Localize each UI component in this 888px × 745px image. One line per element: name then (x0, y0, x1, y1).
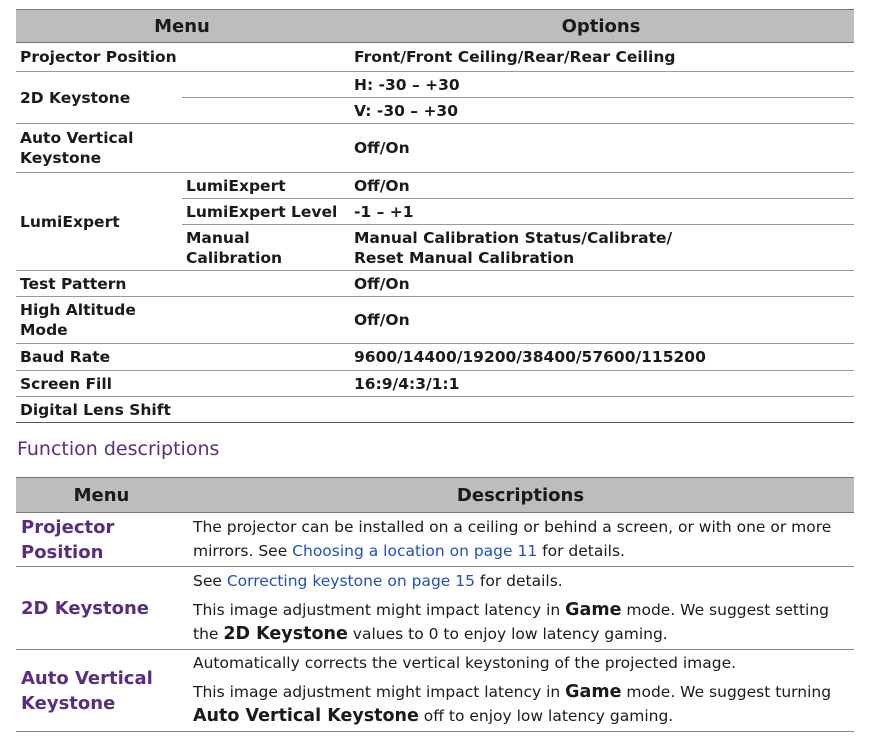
submenu-cell (182, 97, 348, 124)
submenu-cell: LumiExpert Level (182, 198, 348, 225)
description-text: off to enjoy low latency gaming. (418, 707, 674, 725)
submenu-cell (182, 71, 348, 98)
table-row: Projector Position Front/Front Ceiling/R… (16, 42, 854, 72)
menu-label-line: Projector (21, 516, 115, 538)
menu-options-table: Menu Options Projector Position Front/Fr… (16, 9, 854, 423)
description-paragraph: This image adjustment might impact laten… (193, 598, 854, 646)
options-cell: H: -30 – +30 (348, 71, 854, 98)
function-descriptions-table: Menu Descriptions Projector Position The… (16, 477, 854, 732)
menu-label-line: High Altitude (20, 301, 136, 319)
menu-column-header: Menu (16, 9, 348, 43)
emphasis-text: Auto Vertical Keystone (193, 706, 419, 726)
table-row: Digital Lens Shift (16, 396, 854, 423)
menu-label-line: Keystone (21, 692, 116, 714)
submenu-cell: LumiExpert (182, 172, 348, 199)
table-row: 2D Keystone See Correcting keystone on p… (16, 566, 854, 650)
section-title: Function descriptions (17, 438, 220, 460)
table-row: Auto Vertical Keystone Automatically cor… (16, 649, 854, 732)
submenu-label-line: Calibration (186, 248, 283, 267)
emphasis-text: Game (565, 682, 622, 702)
options-cell: 16:9/4:3/1:1 (348, 370, 854, 397)
description-cell: Automatically corrects the vertical keys… (187, 649, 854, 732)
table-row: High Altitude Mode Off/On (16, 296, 854, 344)
description-text: for details. (537, 541, 625, 560)
table-row: Screen Fill 16:9/4:3/1:1 (16, 370, 854, 397)
menu-cell: Projector Position (16, 512, 187, 567)
options-column-header: Options (348, 9, 854, 43)
table-row: 2D Keystone H: -30 – +30 (16, 71, 854, 124)
menu-label-line: Position (21, 541, 104, 563)
emphasis-text: 2D Keystone (223, 623, 348, 644)
description-text: This image adjustment might impact laten… (193, 600, 566, 619)
page-link[interactable]: Correcting keystone on page 15 (227, 572, 475, 590)
description-paragraph: The projector can be installed on a ceil… (193, 515, 854, 563)
page-link[interactable]: Choosing a location on page 11 (292, 542, 537, 560)
menu-cell: High Altitude Mode (16, 296, 348, 344)
emphasis-text: Game (565, 599, 622, 620)
table-header-row: Menu Options (16, 9, 854, 43)
table-row: Baud Rate 9600/14400/19200/38400/57600/1… (16, 343, 854, 371)
table-header-row: Menu Descriptions (16, 477, 854, 513)
menu-cell: Test Pattern (16, 270, 348, 297)
table-row: Auto Vertical Keystone Off/On (16, 123, 854, 173)
menu-cell: Screen Fill (16, 370, 348, 397)
table-row: Test Pattern Off/On (16, 270, 854, 297)
description-paragraph: See Correcting keystone on page 15 for d… (193, 569, 854, 593)
menu-label-line: Mode (20, 321, 68, 339)
menu-cell: 2D Keystone (16, 71, 182, 124)
options-cell: Off/On (348, 270, 854, 297)
description-paragraph: This image adjustment might impact laten… (193, 680, 854, 728)
menu-cell: Projector Position (16, 42, 348, 72)
description-paragraph: Automatically corrects the vertical keys… (193, 654, 737, 672)
descriptions-column-header: Descriptions (187, 477, 854, 513)
options-cell: 9600/14400/19200/38400/57600/115200 (348, 343, 854, 371)
menu-cell: Baud Rate (16, 343, 348, 371)
submenu-cell: Manual Calibration (182, 224, 348, 271)
menu-label-line: Auto Vertical (20, 129, 134, 147)
menu-cell: 2D Keystone (16, 566, 187, 650)
options-cell (348, 396, 854, 423)
menu-cell: Digital Lens Shift (16, 396, 348, 423)
options-cell: -1 – +1 (348, 198, 854, 225)
menu-cell: Auto Vertical Keystone (16, 649, 187, 732)
description-cell: See Correcting keystone on page 15 for d… (187, 566, 854, 650)
description-text: values to 0 to enjoy low latency gaming. (347, 624, 668, 643)
description-text: This image adjustment might impact laten… (193, 683, 566, 701)
description-cell: The projector can be installed on a ceil… (187, 512, 854, 567)
options-line: Reset Manual Calibration (354, 248, 575, 267)
menu-cell: LumiExpert (16, 172, 182, 271)
table-row: Projector Position The projector can be … (16, 512, 854, 567)
menu-label-line: Auto Vertical (21, 667, 153, 689)
menu-cell: Auto Vertical Keystone (16, 123, 348, 173)
menu-column-header: Menu (16, 477, 187, 513)
options-cell: Off/On (348, 172, 854, 199)
menu-label-line: Keystone (20, 149, 102, 167)
options-cell: Off/On (348, 296, 854, 344)
table-row: LumiExpert LumiExpert Off/On (16, 172, 854, 271)
description-text: mode. We suggest turning (621, 683, 832, 701)
options-cell: Front/Front Ceiling/Rear/Rear Ceiling (348, 42, 854, 72)
description-text: for details. (474, 571, 563, 590)
options-line: Manual Calibration Status/Calibrate/ (354, 228, 673, 247)
options-cell: Off/On (348, 123, 854, 173)
description-text: See (193, 571, 227, 590)
options-cell: Manual Calibration Status/Calibrate/ Res… (348, 224, 854, 271)
options-cell: V: -30 – +30 (348, 97, 854, 124)
submenu-label-line: Manual (186, 228, 250, 247)
